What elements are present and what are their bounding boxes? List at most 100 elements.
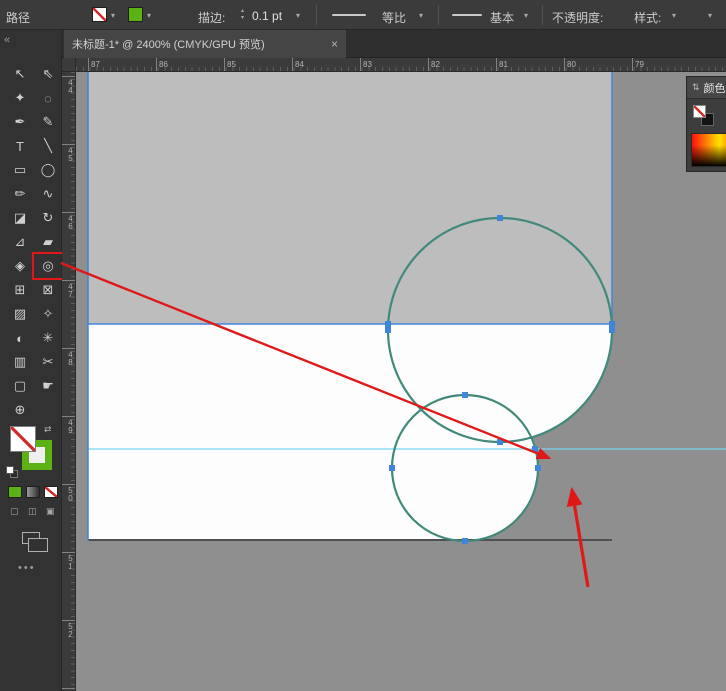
panel-fill-none-swatch[interactable] (693, 105, 706, 118)
perspective-grid-tool[interactable]: ⊞ (6, 278, 34, 302)
ruler-v-label: 49 (62, 416, 75, 434)
paintbrush-tool[interactable]: ✏ (6, 182, 34, 206)
shaper-tool[interactable]: ∿ (34, 182, 62, 206)
ruler-h-label: 87 (88, 58, 100, 71)
ruler-h-label: 84 (292, 58, 304, 71)
document-tab[interactable]: 未标题-1* @ 2400% (CMYK/GPU 预览) × (64, 30, 346, 58)
anchor-point[interactable] (462, 538, 468, 544)
context-label: 路径 (6, 9, 30, 26)
canvas[interactable] (76, 72, 726, 691)
more-tools-icon[interactable]: ••• (18, 562, 36, 574)
color-panel-header[interactable]: ⇅ 颜色 (687, 77, 726, 99)
eraser-tool[interactable]: ◪ (6, 206, 34, 230)
width-profile-value[interactable]: 等比 (382, 9, 406, 26)
ruler-vertical[interactable]: 44454647484950515253 (62, 72, 76, 691)
divider (316, 5, 317, 25)
draw-normal-icon[interactable]: ▢ (10, 506, 19, 517)
draw-behind-icon[interactable]: ◫ (28, 506, 37, 517)
zoom-tool[interactable]: ⊕ (6, 398, 34, 422)
lasso-tool[interactable]: ◌ (34, 86, 62, 110)
anchor-point[interactable] (532, 446, 538, 452)
curvature-tool[interactable]: ✎ (34, 110, 62, 134)
line-segment-tool[interactable]: ╲ (34, 134, 62, 158)
mesh-tool[interactable]: ⊠ (34, 278, 62, 302)
anchor-point[interactable] (462, 392, 468, 398)
apply-none-button[interactable] (44, 486, 58, 498)
panel-options-chevron-icon[interactable]: ▾ (708, 11, 712, 20)
blend-tool[interactable]: ◐ (6, 326, 34, 350)
stroke-color-swatch[interactable] (128, 7, 143, 22)
apply-gradient-button[interactable] (26, 486, 40, 498)
toolbar-collapse-icon[interactable]: « (4, 34, 10, 46)
column-graph-tool[interactable]: ▥ (6, 350, 34, 374)
direct-selection-tool[interactable]: ⇖ (34, 62, 62, 86)
stroke-weight-value[interactable]: 0.1 pt (252, 9, 282, 23)
ruler-corner[interactable] (62, 58, 76, 72)
swap-fill-stroke-icon[interactable]: ⇄ (44, 424, 52, 435)
close-tab-icon[interactable]: × (331, 37, 338, 51)
fill-dropdown-chevron-icon[interactable]: ▾ (111, 11, 115, 20)
divider (542, 5, 543, 25)
style-label: 样式: (634, 9, 661, 26)
free-transform-tool[interactable]: ▰ (34, 230, 62, 254)
anchor-point[interactable] (385, 321, 391, 327)
white-shape[interactable] (88, 324, 612, 541)
brush-preview-icon[interactable] (452, 14, 482, 16)
width-profile-chevron-icon[interactable]: ▾ (419, 11, 423, 20)
apply-color-button[interactable] (8, 486, 22, 498)
puppet-warp-tool[interactable]: ◈ (6, 254, 34, 278)
magic-wand-tool[interactable]: ✦ (6, 86, 34, 110)
style-chevron-icon[interactable]: ▾ (672, 11, 676, 20)
fill-none-indicator[interactable] (10, 426, 36, 452)
ruler-horizontal[interactable]: 878685848382818079 (76, 58, 726, 72)
anchor-point[interactable] (497, 215, 503, 221)
screen-mode-icon[interactable] (22, 532, 40, 544)
stepper-up-icon[interactable]: ▴ (241, 8, 244, 15)
ruler-h-label: 79 (632, 58, 644, 71)
ruler-h-label: 83 (360, 58, 372, 71)
width-profile-preview-icon[interactable] (332, 14, 366, 16)
brush-chevron-icon[interactable]: ▾ (524, 11, 528, 20)
color-panel: ⇅ 颜色 (686, 76, 726, 172)
ruler-v-label: 51 (62, 552, 75, 570)
document-tab-title: 未标题-1* @ 2400% (CMYK/GPU 预览) (72, 36, 265, 52)
panel-collapse-icon[interactable]: ⇅ (692, 82, 700, 93)
opacity-label[interactable]: 不透明度: (552, 9, 603, 26)
shape-builder-tool[interactable]: ◎ (34, 254, 62, 278)
symbol-sprayer-tool[interactable]: ✳ (34, 326, 62, 350)
ruler-v-label: 46 (62, 212, 75, 230)
anchor-point[interactable] (609, 321, 615, 327)
fill-color-swatch[interactable] (92, 7, 107, 22)
gradient-tool[interactable]: ▨ (6, 302, 34, 326)
eyedropper-tool[interactable]: ✧ (34, 302, 62, 326)
slice-tool[interactable]: ✂ (34, 350, 62, 374)
stroke-weight-chevron-icon[interactable]: ▾ (296, 11, 300, 20)
default-fill-stroke-icon[interactable] (6, 466, 20, 480)
ruler-v-label: 52 (62, 620, 75, 638)
brush-value[interactable]: 基本 (490, 9, 514, 26)
rotate-tool[interactable]: ↻ (34, 206, 62, 230)
ruler-h-label: 86 (156, 58, 168, 71)
gray-rectangle-shape[interactable] (88, 72, 612, 324)
control-bar: 路径 ▾ ▾ 描边: ▴▾ 0.1 pt ▾ 等比 ▾ 基本 ▾ 不透明度: 样… (0, 0, 726, 30)
anchor-point[interactable] (609, 327, 615, 333)
anchor-point[interactable] (389, 465, 395, 471)
ruler-v-label: 48 (62, 348, 75, 366)
type-tool[interactable]: T (6, 134, 34, 158)
stroke-weight-stepper[interactable]: ▴▾ (238, 5, 247, 25)
anchor-point[interactable] (385, 327, 391, 333)
stroke-dropdown-chevron-icon[interactable]: ▾ (147, 11, 151, 20)
rectangle-tool[interactable]: ▭ (6, 158, 34, 182)
anchor-point[interactable] (535, 465, 541, 471)
scale-tool[interactable]: ⊿ (6, 230, 34, 254)
ruler-h-label: 82 (428, 58, 440, 71)
draw-inside-icon[interactable]: ▣ (46, 506, 55, 517)
anchor-point[interactable] (497, 439, 503, 445)
pen-tool[interactable]: ✒ (6, 110, 34, 134)
stepper-down-icon[interactable]: ▾ (241, 15, 244, 22)
ellipse-tool[interactable]: ◯ (34, 158, 62, 182)
color-spectrum[interactable] (691, 133, 726, 167)
artboard-tool[interactable]: ▢ (6, 374, 34, 398)
selection-tool[interactable]: ↖ (6, 62, 34, 86)
hand-tool[interactable]: ☛ (34, 374, 62, 398)
